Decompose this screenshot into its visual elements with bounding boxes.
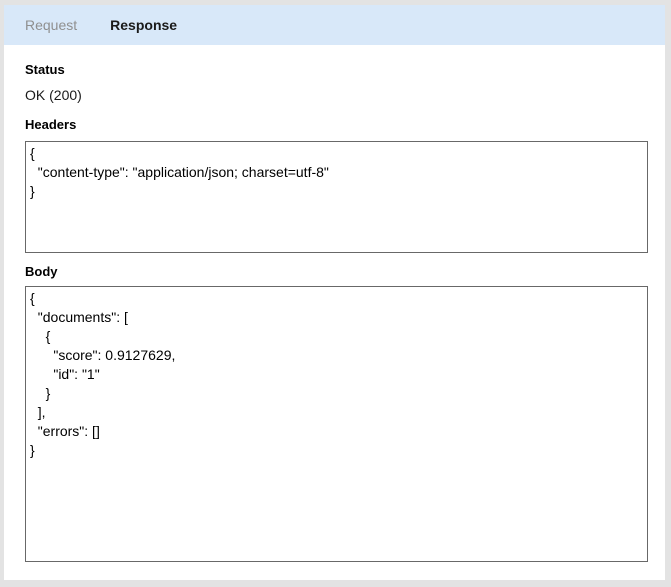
api-test-console-panel: Request Response Status OK (200) Headers… [4, 5, 665, 580]
body-textarea[interactable]: { "documents": [ { "score": 0.9127629, "… [25, 286, 648, 562]
window-frame: Request Response Status OK (200) Headers… [0, 0, 671, 587]
headers-textarea[interactable]: { "content-type": "application/json; cha… [25, 141, 648, 253]
response-panel: Status OK (200) Headers { "content-type"… [4, 45, 665, 562]
tab-response[interactable]: Response [110, 17, 177, 33]
tab-bar: Request Response [4, 5, 665, 45]
status-value: OK (200) [25, 86, 665, 104]
headers-label: Headers [25, 116, 665, 133]
tab-request[interactable]: Request [25, 17, 77, 33]
body-label: Body [25, 263, 665, 280]
status-label: Status [25, 61, 665, 78]
